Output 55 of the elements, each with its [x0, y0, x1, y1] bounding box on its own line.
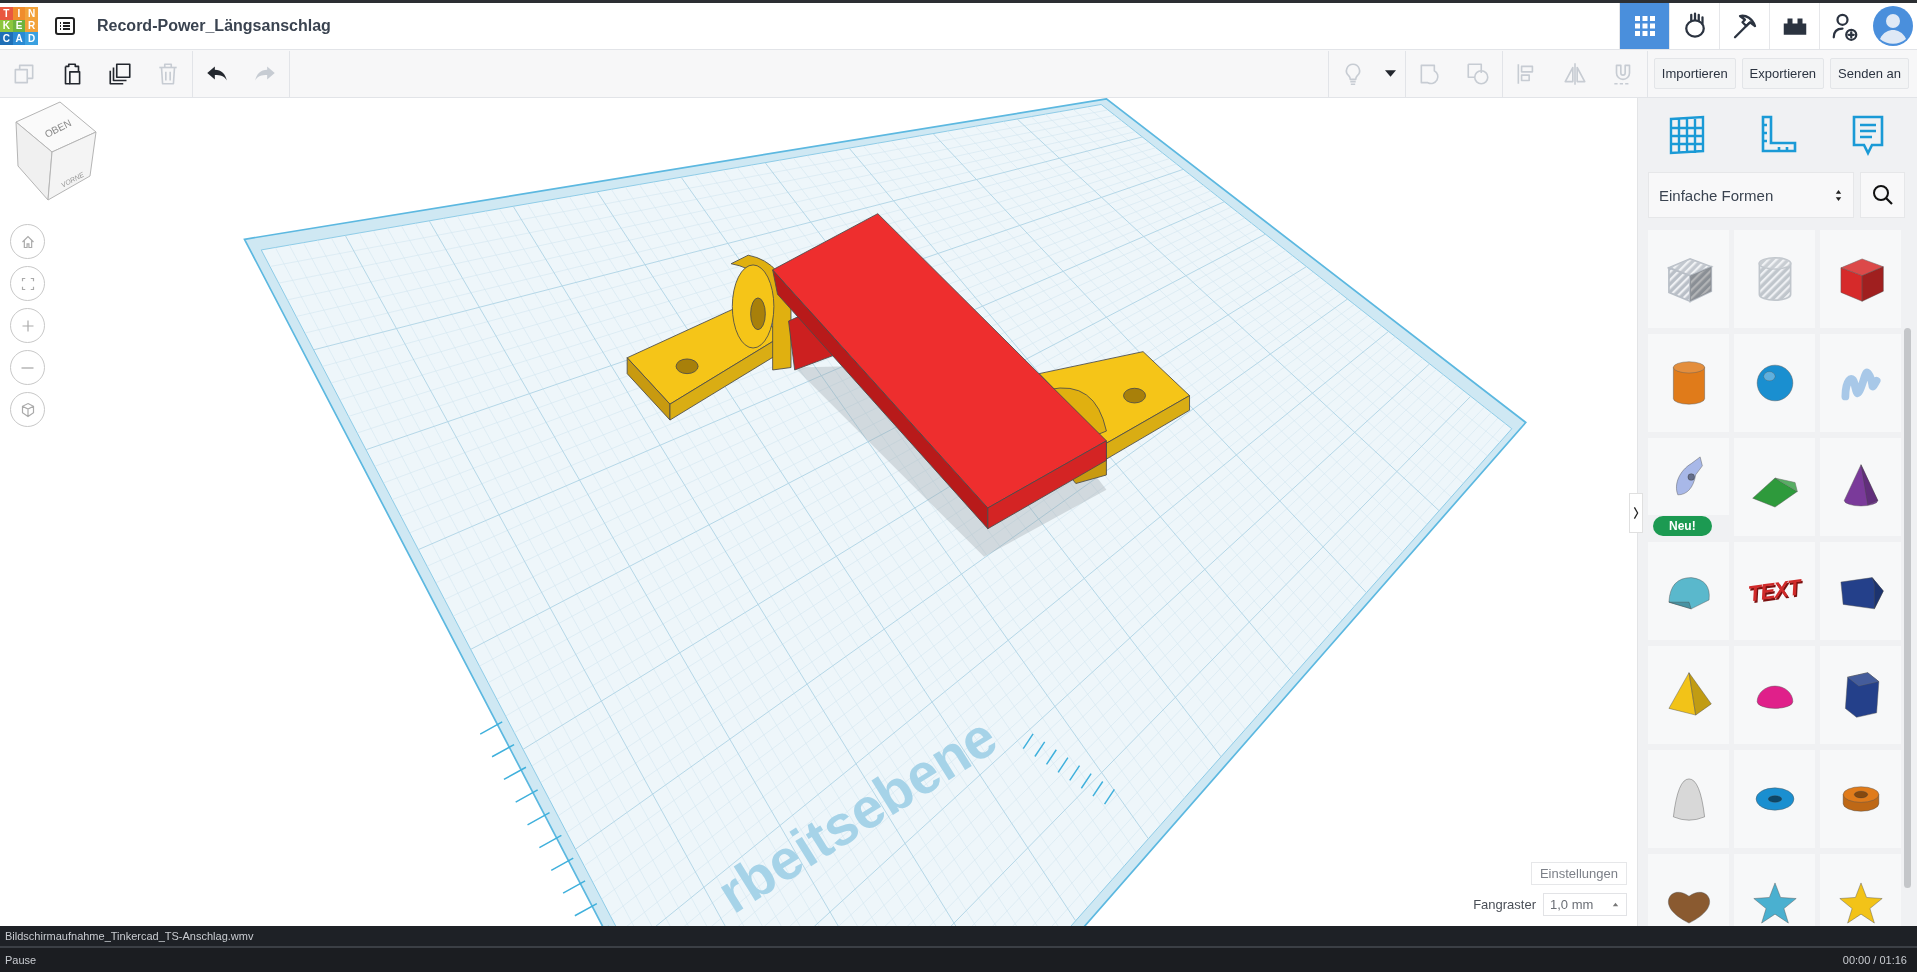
shape-tile[interactable]: [1648, 334, 1729, 432]
shape-tile[interactable]: [1648, 854, 1729, 926]
export-button[interactable]: Exportieren: [1741, 58, 1825, 89]
search-button[interactable]: [1860, 172, 1905, 218]
minus-icon: [21, 366, 34, 369]
search-icon: [1870, 183, 1895, 207]
list-icon: [53, 14, 77, 38]
shape-tile[interactable]: [1648, 542, 1729, 640]
shape-tile[interactable]: [1820, 854, 1901, 926]
chevron-right-icon: [1632, 504, 1640, 522]
shape-tile[interactable]: [1734, 750, 1815, 848]
shape-tile[interactable]: TEXT: [1734, 542, 1815, 640]
perspective-button[interactable]: [10, 392, 45, 427]
logo-tile: N: [25, 7, 38, 20]
caret-down-icon: [1385, 70, 1397, 77]
video-filename: Bildschirmaufnahme_Tinkercad_TS-Anschlag.wmv: [5, 930, 254, 942]
shape-tile[interactable]: [1734, 646, 1815, 744]
collapse-panel-button[interactable]: [1629, 493, 1643, 533]
settings-button[interactable]: Einstellungen: [1530, 862, 1627, 885]
shape-tile[interactable]: [1648, 230, 1729, 328]
caret-up-icon: [1611, 900, 1620, 909]
zoom-in-button[interactable]: [10, 308, 45, 343]
send-to-button[interactable]: Senden an: [1830, 58, 1909, 89]
snap-grid-label: Fangraster: [1473, 897, 1536, 912]
import-button[interactable]: Importieren: [1653, 58, 1736, 89]
category-select[interactable]: Einfache Formen: [1648, 172, 1854, 218]
scrollbar-thumb[interactable]: [1904, 328, 1911, 888]
shape-tile[interactable]: [1820, 646, 1901, 744]
shape-tile[interactable]: [1820, 438, 1901, 536]
new-badge: Neu!: [1653, 516, 1712, 536]
mirror-icon: [1561, 60, 1588, 87]
sort-arrows-icon: [1834, 187, 1843, 203]
shape-tile[interactable]: [1820, 750, 1901, 848]
snap-grid-select[interactable]: 1,0 mm: [1543, 893, 1627, 916]
fit-view-button[interactable]: [10, 266, 45, 301]
logo-tile: T: [0, 7, 13, 20]
shape-tile[interactable]: [1820, 230, 1901, 328]
shape-tile[interactable]: [1648, 438, 1729, 515]
shape-tile[interactable]: [1648, 646, 1729, 744]
playback-time: 00:00 / 01:16: [1842, 954, 1907, 966]
shape-tile[interactable]: [1648, 750, 1729, 848]
duplicate-icon: [107, 60, 133, 87]
design-title: Record-Power_Längsanschlag: [97, 17, 331, 35]
ungroup-icon: [1464, 60, 1491, 87]
home-view-button[interactable]: [10, 224, 45, 259]
shape-tile[interactable]: [1820, 334, 1901, 432]
shape-tile[interactable]: [1734, 438, 1815, 536]
logo-tile: C: [0, 32, 13, 45]
zoom-out-button[interactable]: [10, 350, 45, 385]
shape-tile[interactable]: [1734, 334, 1815, 432]
shape-tile[interactable]: [1820, 542, 1901, 640]
shape-tile[interactable]: [1734, 854, 1815, 926]
logo-tile: D: [25, 32, 38, 45]
shape-tile[interactable]: [1734, 230, 1815, 328]
playback-status: Pause: [5, 954, 37, 966]
